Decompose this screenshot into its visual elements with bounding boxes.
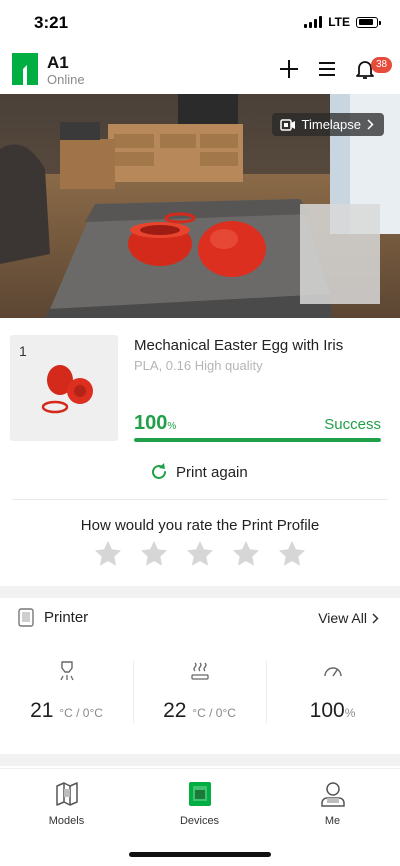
tab-models-label: Models xyxy=(48,815,85,827)
device-logo-icon xyxy=(12,53,38,85)
devices-icon xyxy=(188,782,211,806)
nozzle-temp-unit: °C / 0°C xyxy=(59,706,103,720)
bed-temp-unit: °C / 0°C xyxy=(192,706,236,720)
video-icon xyxy=(279,118,295,131)
tab-models[interactable]: Models xyxy=(0,780,133,827)
refresh-icon xyxy=(152,463,166,479)
speed-gauge-icon xyxy=(323,667,342,677)
tab-devices-label: Devices xyxy=(179,815,220,827)
printer-doc-icon xyxy=(18,608,34,627)
device-status: Online xyxy=(47,72,85,87)
speed-value: 100 xyxy=(309,699,345,722)
divider xyxy=(12,499,388,500)
add-icon[interactable] xyxy=(277,57,301,81)
rating-star-3[interactable] xyxy=(185,539,215,569)
notification-badge: 38 xyxy=(371,57,393,73)
print-status: Success xyxy=(324,416,381,433)
rating-star-5[interactable] xyxy=(277,539,307,569)
progress-fill xyxy=(134,438,381,442)
printer-section-title: Printer xyxy=(44,609,89,626)
signal-icon xyxy=(304,16,323,28)
progress-unit: % xyxy=(167,421,177,432)
print-again-button[interactable]: Print again xyxy=(149,462,248,482)
rating-star-1[interactable] xyxy=(93,539,123,569)
view-all-label: View All xyxy=(318,610,367,626)
tab-devices[interactable]: Devices xyxy=(133,780,266,827)
view-all-link[interactable]: View All xyxy=(318,610,379,626)
tab-me-label: Me xyxy=(324,815,341,827)
network-label: LTE xyxy=(328,15,350,29)
nozzle-temperature-stat[interactable]: 21 °C / 0°C xyxy=(0,660,133,723)
bed-temperature-stat[interactable]: 22 °C / 0°C xyxy=(133,660,266,723)
models-icon xyxy=(55,782,78,806)
tab-me[interactable]: Me xyxy=(266,780,399,827)
profile-icon xyxy=(320,782,345,807)
section-separator xyxy=(0,754,400,766)
rating-stars xyxy=(93,539,307,569)
device-name[interactable]: A1 xyxy=(47,53,69,73)
nozzle-temp-value: 21 xyxy=(30,699,54,722)
nozzle-icon xyxy=(59,661,74,681)
speed-unit: % xyxy=(344,706,356,720)
rating-question: How would you rate the Print Profile xyxy=(80,517,320,534)
timelapse-label: Timelapse xyxy=(301,117,361,132)
progress-percent: 100% xyxy=(134,412,176,435)
print-subtitle: PLA, 0.16 High quality xyxy=(134,358,263,373)
rating-star-4[interactable] xyxy=(231,539,261,569)
home-indicator[interactable] xyxy=(129,852,271,857)
progress-value: 100 xyxy=(134,412,168,434)
heatbed-icon xyxy=(190,662,209,680)
print-again-label: Print again xyxy=(176,463,248,481)
battery-icon xyxy=(356,16,381,28)
menu-icon[interactable] xyxy=(315,57,339,81)
section-separator xyxy=(0,586,400,598)
rating-star-2[interactable] xyxy=(139,539,169,569)
bed-temp-value: 22 xyxy=(163,699,187,722)
status-indicators: LTE xyxy=(304,15,381,29)
print-title: Mechanical Easter Egg with Iris xyxy=(134,337,344,354)
status-time: 3:21 xyxy=(34,13,69,32)
timelapse-button[interactable]: Timelapse xyxy=(271,113,384,136)
chevron-right-icon xyxy=(367,119,374,130)
plate-number: 1 xyxy=(19,343,27,359)
chevron-right-icon xyxy=(372,612,379,624)
print-speed-stat[interactable]: 100% xyxy=(266,660,399,723)
progress-bar xyxy=(134,438,381,442)
